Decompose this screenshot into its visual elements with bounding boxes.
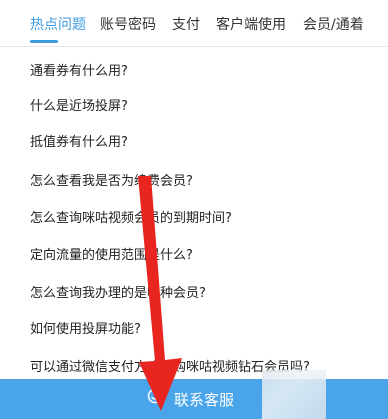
question-item[interactable]: 抵值券有什么用?	[30, 131, 128, 150]
question-item[interactable]: 定向流量的使用范围是什么?	[30, 244, 193, 263]
tab-client-usage[interactable]: 客户端使用	[216, 14, 286, 34]
smile-icon	[147, 388, 163, 404]
question-item[interactable]: 怎么查看我是否为续费会员?	[30, 170, 193, 189]
tab-membership[interactable]: 会员/通着	[303, 14, 364, 34]
tab-hot-questions[interactable]: 热点问题	[30, 14, 86, 34]
question-item[interactable]: 怎么查询咪咕视频会员的到期时间?	[30, 207, 232, 226]
contact-support-label: 联系客服	[174, 391, 235, 409]
category-tabs: 热点问题 账号密码 支付 客户端使用 会员/通着	[0, 0, 388, 47]
contact-support-button[interactable]: 联系客服	[0, 379, 388, 419]
question-item[interactable]: 如何使用投屏功能?	[30, 318, 141, 337]
blurred-region	[262, 370, 326, 419]
question-item[interactable]: 怎么查询我办理的是哪种会员?	[30, 282, 206, 301]
question-item[interactable]: 什么是近场投屏?	[30, 95, 128, 114]
tab-payment[interactable]: 支付	[172, 14, 200, 34]
active-tab-indicator	[30, 40, 58, 43]
tab-account-password[interactable]: 账号密码	[100, 14, 156, 34]
question-item[interactable]: 通看券有什么用?	[30, 60, 128, 79]
